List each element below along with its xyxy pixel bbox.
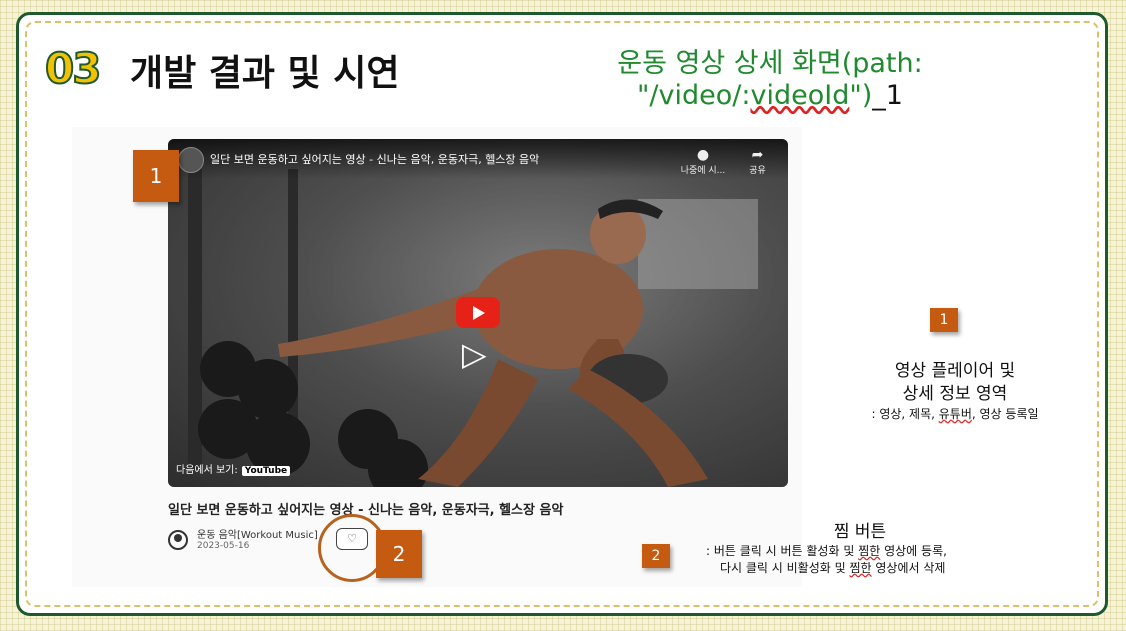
watch-later-button[interactable]: ● 나중에 시... <box>673 147 733 176</box>
video-player[interactable]: 일단 보면 운동하고 싶어지는 영상 - 신나는 음악, 운동자극, 헬스장 음… <box>168 139 788 487</box>
marker-2-legend: 2 <box>642 544 670 568</box>
desc2-line1: : 버튼 클릭 시 버튼 활성화 및 찜한 영상에 등록, <box>706 543 1056 560</box>
desc1-line2: 상세 정보 영역 <box>902 384 1008 404</box>
subtitle-line2: "/video/:videoId")_1 <box>570 80 970 112</box>
marker-1-legend: 1 <box>930 308 958 332</box>
channel-name: 운동 음악[Workout Music] <box>197 530 318 541</box>
subtitle-path-param: videoId <box>750 80 850 111</box>
desc1-line3-pre: : 영상, 제목, <box>871 407 939 421</box>
watch-later-label: 나중에 시... <box>680 166 726 176</box>
player-channel-avatar[interactable] <box>178 147 204 173</box>
subtitle-path-prefix: "/video/: <box>637 80 751 111</box>
subtitle-line1: 운동 영상 상세 화면(path: <box>617 48 923 79</box>
upload-date: 2023-05-16 <box>197 541 250 551</box>
desc2-line1-wavy: 찜한 <box>858 544 881 558</box>
player-video-title[interactable]: 일단 보면 운동하고 싶어지는 영상 - 신나는 음악, 운동자극, 헬스장 음… <box>210 151 539 167</box>
marker-2-like: 2 <box>376 530 422 578</box>
description-like-title: 찜 버튼 <box>833 522 887 542</box>
desc1-line1: 영상 플레이어 및 <box>894 361 1016 381</box>
share-button[interactable]: ➦ 공유 <box>740 147 775 176</box>
share-label: 공유 <box>749 166 766 176</box>
channel-avatar-icon <box>168 530 188 550</box>
desc2-line2-post: 영상에서 삭제 <box>871 561 946 575</box>
youtube-logo: YouTube <box>241 466 291 476</box>
video-title: 일단 보면 운동하고 싶어지는 영상 - 신나는 음악, 운동자극, 헬스장 음… <box>168 503 564 518</box>
youtube-play-button[interactable] <box>456 297 500 328</box>
watch-on-label: 다음에서 보기: <box>176 465 238 476</box>
desc2-line2: 다시 클릭 시 비활성화 및 찜한 영상에서 삭제 <box>706 560 1056 577</box>
desc2-line1-post: 영상에 등록, <box>880 544 947 558</box>
marker-1-player: 1 <box>133 150 179 202</box>
watch-on-youtube[interactable]: 다음에서 보기: YouTube <box>176 461 291 476</box>
desc2-line1-pre: : 버튼 클릭 시 버튼 활성화 및 <box>706 544 859 558</box>
description-like: : 버튼 클릭 시 버튼 활성화 및 찜한 영상에 등록, 다시 클릭 시 비활… <box>706 543 1056 577</box>
subtitle-path-suffix: ") <box>849 80 873 111</box>
subtitle-index: _1 <box>872 80 903 111</box>
play-icon: ▷ <box>462 335 487 373</box>
clock-icon: ● <box>696 147 710 163</box>
desc1-line3-post: , 영상 등록일 <box>971 407 1039 421</box>
desc1-line3-wavy: 유튜버 <box>938 407 972 421</box>
share-icon: ➦ <box>751 147 764 163</box>
desc1-line3: : 영상, 제목, 유튜버, 영상 등록일 <box>820 406 1090 422</box>
desc2-line2-pre: 다시 클릭 시 비활성화 및 <box>720 561 850 575</box>
desc2-line2-wavy: 찜한 <box>849 561 872 575</box>
slide-subtitle: 운동 영상 상세 화면(path: "/video/:videoId")_1 <box>570 48 970 112</box>
slide-title: 개발 결과 및 시연 <box>130 53 400 94</box>
description-player: 영상 플레이어 및 상세 정보 영역 : 영상, 제목, 유튜버, 영상 등록일 <box>820 360 1090 422</box>
section-number: 03 <box>44 43 102 94</box>
